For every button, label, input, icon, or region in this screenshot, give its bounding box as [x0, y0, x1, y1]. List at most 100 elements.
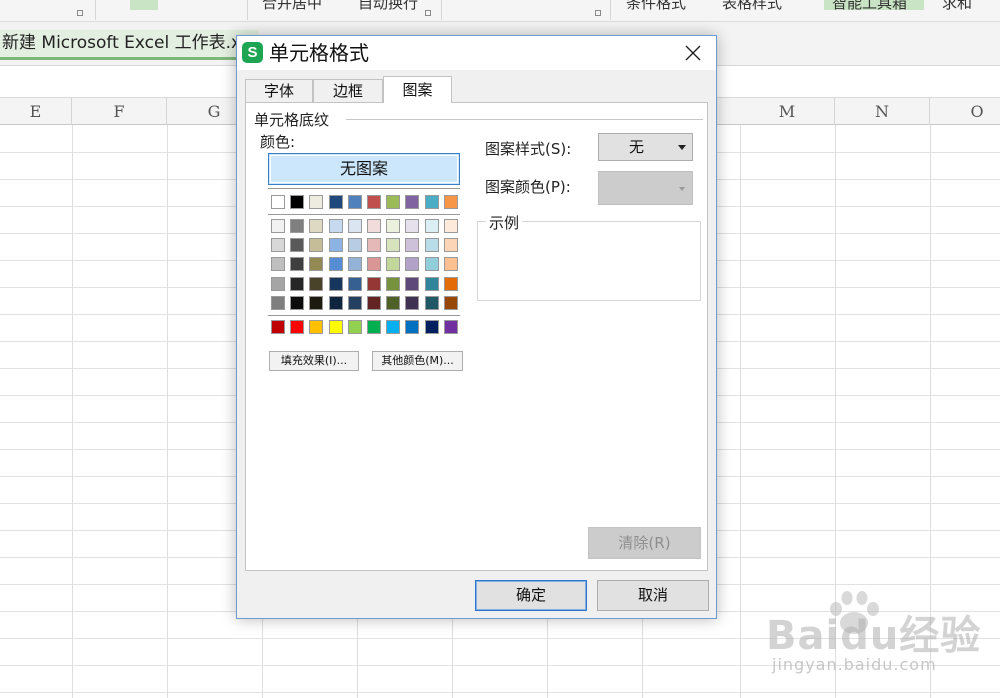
color-swatch-shade4-4[interactable]	[328, 276, 343, 291]
column-header-f[interactable]: F	[72, 98, 167, 125]
color-swatch-shade5-8[interactable]	[405, 295, 420, 310]
color-swatch-shade5-5[interactable]	[347, 295, 362, 310]
color-swatch-shade1-5[interactable]	[347, 219, 362, 233]
column-header-n[interactable]: N	[835, 98, 930, 125]
group-launcher-icon[interactable]	[595, 10, 601, 16]
group-launcher-icon[interactable]	[77, 10, 83, 16]
grid-line	[835, 125, 836, 698]
color-swatch-theme-6[interactable]	[367, 195, 381, 209]
color-swatch-shade3-6[interactable]	[367, 257, 381, 272]
color-swatch-standard-1[interactable]	[271, 320, 285, 334]
color-swatch-shade4-2[interactable]	[290, 276, 305, 291]
color-swatch-theme-7[interactable]	[386, 195, 401, 209]
document-tab[interactable]: 新建 Microsoft Excel 工作表.xls	[0, 30, 258, 60]
color-swatch-shade2-5[interactable]	[347, 238, 362, 253]
color-swatch-shade4-9[interactable]	[424, 276, 439, 291]
color-swatch-theme-1[interactable]	[271, 195, 285, 209]
color-swatch-shade3-7[interactable]	[386, 257, 401, 272]
color-swatch-shade1-3[interactable]	[309, 219, 324, 233]
column-header-e[interactable]: E	[0, 98, 72, 125]
color-swatch-standard-4[interactable]	[328, 320, 343, 334]
color-swatch-shade3-10[interactable]	[443, 257, 458, 272]
pattern-tab-panel: 单元格底纹 颜色: 无图案 填充效果(I)... 其他颜色(M)... 图案样式…	[245, 102, 708, 571]
color-swatch-standard-3[interactable]	[309, 320, 324, 334]
tab-font[interactable]: 字体	[245, 79, 313, 103]
color-swatch-theme-4[interactable]	[328, 195, 343, 209]
color-swatch-shade1-4[interactable]	[328, 219, 343, 233]
color-swatch-theme-8[interactable]	[405, 195, 420, 209]
cell-shading-group-label: 单元格底纹	[254, 109, 334, 130]
color-swatch-shade2-4[interactable]	[328, 238, 343, 253]
color-swatch-standard-10[interactable]	[443, 320, 458, 334]
color-swatch-theme-3[interactable]	[309, 195, 324, 209]
color-swatch-shade4-5[interactable]	[347, 276, 362, 291]
color-swatch-shade5-6[interactable]	[367, 295, 381, 310]
color-swatch-standard-5[interactable]	[347, 320, 362, 334]
color-swatch-shade1-10[interactable]	[443, 219, 458, 233]
color-swatch-shade3-2[interactable]	[290, 257, 305, 272]
color-swatch-shade2-10[interactable]	[443, 238, 458, 253]
color-swatch-theme-9[interactable]	[424, 195, 439, 209]
color-swatch-standard-7[interactable]	[386, 320, 401, 334]
conditional-format-button[interactable]: 条件格式	[626, 0, 686, 13]
color-swatch-shade3-4[interactable]	[328, 257, 343, 272]
color-swatch-shade5-4[interactable]	[328, 295, 343, 310]
wrap-text-button[interactable]: 自动换行	[358, 0, 418, 13]
cancel-button[interactable]: 取消	[597, 580, 709, 611]
merge-center-button[interactable]: 合并居中	[262, 0, 322, 13]
color-swatch-shade3-1[interactable]	[271, 257, 285, 272]
color-swatch-shade2-7[interactable]	[386, 238, 401, 253]
color-swatch-shade5-2[interactable]	[290, 295, 305, 310]
color-swatch-shade5-7[interactable]	[386, 295, 401, 310]
color-swatch-shade3-3[interactable]	[309, 257, 324, 272]
no-pattern-button[interactable]: 无图案	[268, 153, 460, 185]
color-swatch-shade2-9[interactable]	[424, 238, 439, 253]
column-header-m[interactable]: M	[740, 98, 835, 125]
fill-effects-button[interactable]: 填充效果(I)...	[269, 351, 359, 371]
tab-border[interactable]: 边框	[313, 79, 383, 103]
color-swatch-shade2-8[interactable]	[405, 238, 420, 253]
table-style-button[interactable]: 表格样式	[722, 0, 782, 13]
pattern-style-label: 图案样式(S):	[485, 140, 572, 158]
color-swatch-theme-5[interactable]	[347, 195, 362, 209]
color-swatch-shade4-6[interactable]	[367, 276, 381, 291]
color-swatch-shade1-6[interactable]	[367, 219, 381, 233]
ok-button[interactable]: 确定	[475, 580, 587, 611]
color-swatch-shade1-2[interactable]	[290, 219, 305, 233]
color-swatch-shade3-5[interactable]	[347, 257, 362, 272]
color-swatch-standard-6[interactable]	[367, 320, 381, 334]
color-swatch-theme-10[interactable]	[443, 195, 458, 209]
color-swatch-shade2-1[interactable]	[271, 238, 285, 253]
pattern-style-select[interactable]: 无	[598, 133, 693, 161]
color-swatch-shade4-7[interactable]	[386, 276, 401, 291]
color-swatch-shade3-8[interactable]	[405, 257, 420, 272]
color-swatch-standard-9[interactable]	[424, 320, 439, 334]
color-swatch-shade4-1[interactable]	[271, 276, 285, 291]
color-swatch-shade5-1[interactable]	[271, 295, 285, 310]
group-launcher-icon[interactable]	[425, 10, 431, 16]
dialog-titlebar[interactable]: S 单元格格式	[237, 36, 716, 70]
color-swatch-shade1-7[interactable]	[386, 219, 401, 233]
color-swatch-shade5-3[interactable]	[309, 295, 324, 310]
color-swatch-theme-2[interactable]	[290, 195, 305, 209]
color-swatch-standard-2[interactable]	[290, 320, 305, 334]
tab-pattern[interactable]: 图案	[383, 76, 452, 103]
smart-toolbox-button[interactable]: 智能工具箱	[832, 0, 907, 13]
color-swatch-shade4-8[interactable]	[405, 276, 420, 291]
color-swatch-shade2-2[interactable]	[290, 238, 305, 253]
close-button[interactable]	[671, 37, 715, 69]
color-swatch-shade1-9[interactable]	[424, 219, 439, 233]
sum-button[interactable]: 求和	[942, 0, 972, 13]
color-swatch-shade5-9[interactable]	[424, 295, 439, 310]
color-swatch-shade4-3[interactable]	[309, 276, 324, 291]
color-swatch-shade1-1[interactable]	[271, 219, 285, 233]
color-swatch-shade2-6[interactable]	[367, 238, 381, 253]
color-swatch-shade1-8[interactable]	[405, 219, 420, 233]
color-swatch-shade4-10[interactable]	[443, 276, 458, 291]
color-swatch-standard-8[interactable]	[405, 320, 420, 334]
column-header-o[interactable]: O	[930, 98, 1000, 125]
color-swatch-shade2-3[interactable]	[309, 238, 324, 253]
color-swatch-shade3-9[interactable]	[424, 257, 439, 272]
other-colors-button[interactable]: 其他颜色(M)...	[372, 351, 463, 371]
color-swatch-shade5-10[interactable]	[443, 295, 458, 310]
